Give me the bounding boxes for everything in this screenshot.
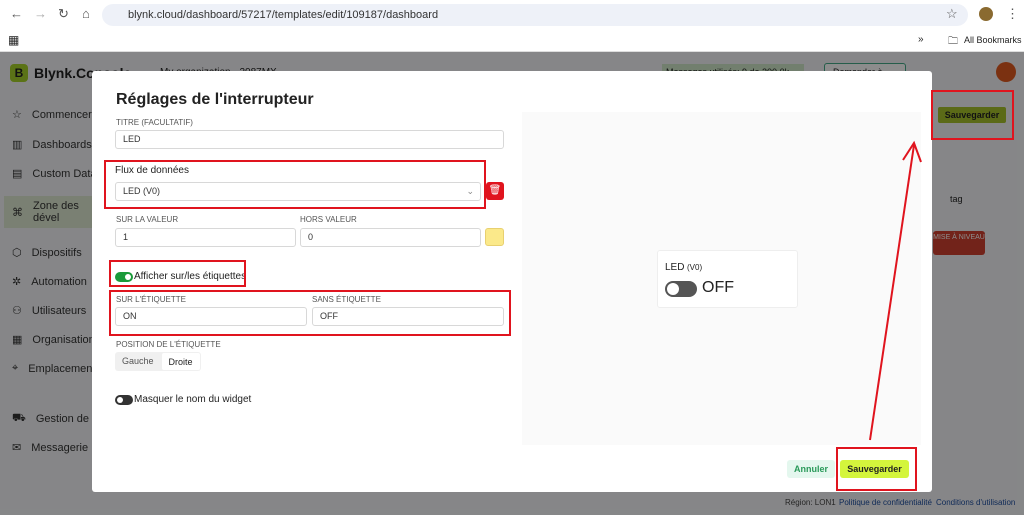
annotation-arrow	[869, 140, 922, 441]
